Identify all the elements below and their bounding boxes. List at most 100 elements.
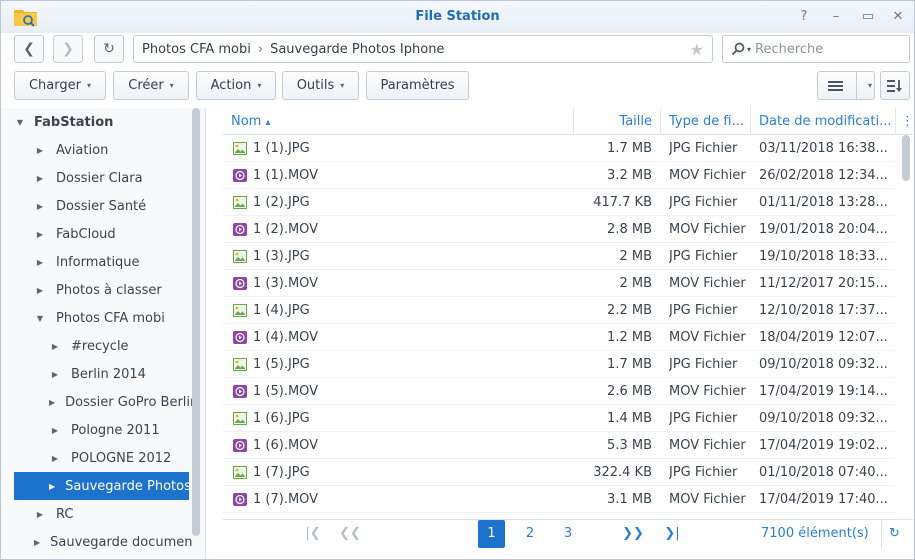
file-list-header: Nom ▴ Taille Type de fi... Date de modif…	[223, 108, 913, 135]
maximize-button[interactable]: ▭	[859, 8, 877, 26]
collapsed-arrow-icon[interactable]: ▶	[34, 146, 46, 155]
file-station-window: File Station ? – ▭ ✕ ❮ ❯ ↻ Photos CFA mo…	[0, 0, 915, 560]
page-1-button[interactable]: 1	[478, 520, 505, 548]
tree-item[interactable]: ▶ POLOGNE 2012	[1, 444, 192, 472]
video-file-icon	[233, 385, 247, 398]
tree-item[interactable]: ▼ Photos CFA mobi	[1, 304, 192, 332]
cell-size: 3.2 MB	[607, 168, 652, 183]
cell-date: 01/11/2018 13:28...	[759, 195, 888, 210]
caret-down-icon[interactable]: ▾	[868, 81, 872, 90]
tree-item[interactable]: ▶ Dossier Santé	[1, 192, 192, 220]
collapsed-arrow-icon[interactable]: ▶	[49, 454, 61, 463]
refresh-button[interactable]: ↻	[94, 35, 124, 63]
collapsed-arrow-icon[interactable]: ▶	[49, 342, 61, 351]
folder-tree: ▼ FabStation ▶ Aviation ▶ Dossier Clara ▶ Dos…	[1, 108, 206, 559]
breadcrumb-item[interactable]: Sauvegarde Photos Iphone	[270, 42, 444, 57]
tree-item[interactable]: ▶ Informatique	[1, 248, 192, 276]
search-input[interactable]	[755, 41, 896, 57]
tree-item[interactable]: ▶ Sauvegarde Photos	[14, 472, 189, 500]
image-file-icon	[233, 142, 247, 155]
table-row[interactable]: 1 (3).JPG 2 MB JPG Fichier 19/10/2018 18:33…	[223, 243, 895, 270]
tools-button[interactable]: Outils ▾	[282, 71, 359, 100]
refresh-list-button[interactable]: ↻	[881, 520, 907, 548]
list-view-icon	[828, 80, 843, 91]
collapsed-arrow-icon[interactable]: ▶	[34, 174, 46, 183]
expanded-arrow-icon[interactable]: ▼	[34, 314, 46, 323]
table-row[interactable]: 1 (2).MOV 2.8 MB MOV Fichier 19/01/2018 20:…	[223, 216, 895, 243]
column-header-type[interactable]: Type de fi...	[661, 108, 751, 135]
tree-item[interactable]: ▶ FabCloud	[1, 220, 192, 248]
collapsed-arrow-icon[interactable]: ▶	[49, 482, 55, 491]
tree-item[interactable]: ▶ Pologne 2011	[1, 416, 192, 444]
collapsed-arrow-icon[interactable]: ▶	[34, 202, 46, 211]
expanded-arrow-icon[interactable]: ▼	[14, 118, 26, 127]
action-button[interactable]: Action ▾	[196, 71, 276, 100]
tree-item[interactable]: ▶ Photos à classer	[1, 276, 192, 304]
tree-item[interactable]: ▶ RC	[1, 500, 192, 528]
column-header-size[interactable]: Taille	[574, 108, 661, 135]
last-page-button[interactable]: ❯|	[659, 520, 685, 548]
next-page-button[interactable]: ❯❯	[619, 520, 647, 548]
collapsed-arrow-icon[interactable]: ▶	[34, 538, 40, 547]
tree-item-label: Dossier Clara	[56, 170, 143, 186]
column-menu-icon[interactable]: ⋮	[896, 108, 913, 135]
close-button[interactable]: ✕	[889, 8, 907, 26]
help-button[interactable]: ?	[795, 8, 813, 26]
table-row[interactable]: 1 (6).JPG 1.4 MB JPG Fichier 09/10/2018 09:…	[223, 405, 895, 432]
tree-item[interactable]: ▶ Berlin 2014	[1, 360, 192, 388]
tree-item[interactable]: ▶ Aviation	[1, 136, 192, 164]
table-row[interactable]: 1 (2).JPG 417.7 KB JPG Fichier 01/11/2018 1…	[223, 189, 895, 216]
collapsed-arrow-icon[interactable]: ▶	[49, 426, 61, 435]
collapsed-arrow-icon[interactable]: ▶	[34, 258, 46, 267]
table-row[interactable]: 1 (4).JPG 2.2 MB JPG Fichier 12/10/2018 17:…	[223, 297, 895, 324]
forward-button[interactable]: ❯	[53, 35, 83, 63]
create-button[interactable]: Créer ▾	[113, 71, 189, 100]
table-row[interactable]: 1 (5).MOV 2.6 MB MOV Fichier 17/04/2019 19:…	[223, 378, 895, 405]
tree-item[interactable]: ▶ Sauvegarde document	[1, 528, 192, 556]
back-button[interactable]: ❮	[14, 35, 44, 63]
sort-button[interactable]	[880, 71, 910, 100]
video-file-icon	[233, 277, 247, 290]
sidebar-scrollbar[interactable]	[192, 108, 200, 536]
search-options-caret-icon[interactable]: ▾	[747, 45, 751, 54]
search-box[interactable]: ▾	[722, 35, 910, 63]
minimize-button[interactable]: –	[827, 8, 845, 26]
file-list-scrollbar[interactable]	[902, 135, 910, 181]
image-file-icon	[233, 250, 247, 263]
video-file-icon	[233, 223, 247, 236]
tree-item[interactable]: ▶ Dossier GoPro Berlin	[1, 388, 192, 416]
tree-item[interactable]: ▶ #recycle	[1, 332, 192, 360]
tree-item-label: Sauvegarde Photos	[65, 478, 189, 494]
table-row[interactable]: 1 (1).MOV 3.2 MB MOV Fichier 26/02/2018 12:…	[223, 162, 895, 189]
previous-page-button[interactable]: ❮❮	[336, 520, 364, 548]
collapsed-arrow-icon[interactable]: ▶	[34, 286, 46, 295]
settings-button[interactable]: Paramètres	[366, 71, 469, 100]
view-mode-button[interactable]: ▾	[817, 71, 875, 100]
table-row[interactable]: 1 (5).JPG 1.7 MB JPG Fichier 09/10/2018 09:…	[223, 351, 895, 378]
collapsed-arrow-icon[interactable]: ▶	[34, 510, 46, 519]
table-row[interactable]: 1 (3).MOV 2 MB MOV Fichier 11/12/2017 20:15…	[223, 270, 895, 297]
page-2-button[interactable]: 2	[518, 520, 542, 548]
table-row[interactable]: 1 (6).MOV 5.3 MB MOV Fichier 17/04/2019 19:…	[223, 432, 895, 459]
breadcrumb-item[interactable]: Photos CFA mobi	[142, 42, 251, 57]
caret-down-icon: ▾	[86, 81, 91, 90]
page-3-button[interactable]: 3	[556, 520, 580, 548]
column-header-date[interactable]: Date de modificati...	[751, 108, 896, 135]
tree-item[interactable]: ▶ Dossier Clara	[1, 164, 192, 192]
collapsed-arrow-icon[interactable]: ▶	[49, 398, 55, 407]
star-icon[interactable]: ★	[690, 40, 704, 59]
table-row[interactable]: 1 (1).JPG 1.7 MB JPG Fichier 03/11/2018 16:…	[223, 135, 895, 162]
collapsed-arrow-icon[interactable]: ▶	[49, 370, 61, 379]
column-header-name[interactable]: Nom ▴	[223, 108, 574, 135]
path-bar[interactable]: Photos CFA mobi › Sauvegarde Photos Ipho…	[133, 35, 713, 63]
table-row[interactable]: 1 (4).MOV 1.2 MB MOV Fichier 18/04/2019 12:…	[223, 324, 895, 351]
cell-type: JPG Fichier	[669, 303, 738, 318]
upload-button[interactable]: Charger ▾	[14, 71, 106, 100]
table-row[interactable]: 1 (7).MOV 3.1 MB MOV Fichier 17/04/2019 17:…	[223, 486, 895, 513]
table-row[interactable]: 1 (7).JPG 322.4 KB JPG Fichier 01/10/2018 0…	[223, 459, 895, 486]
tree-root-fabstation[interactable]: ▼ FabStation	[14, 108, 192, 136]
collapsed-arrow-icon[interactable]: ▶	[34, 230, 46, 239]
cell-type: MOV Fichier	[669, 276, 746, 291]
cell-name: 1 (7).MOV	[253, 492, 319, 507]
first-page-button[interactable]: |❮	[301, 520, 325, 548]
